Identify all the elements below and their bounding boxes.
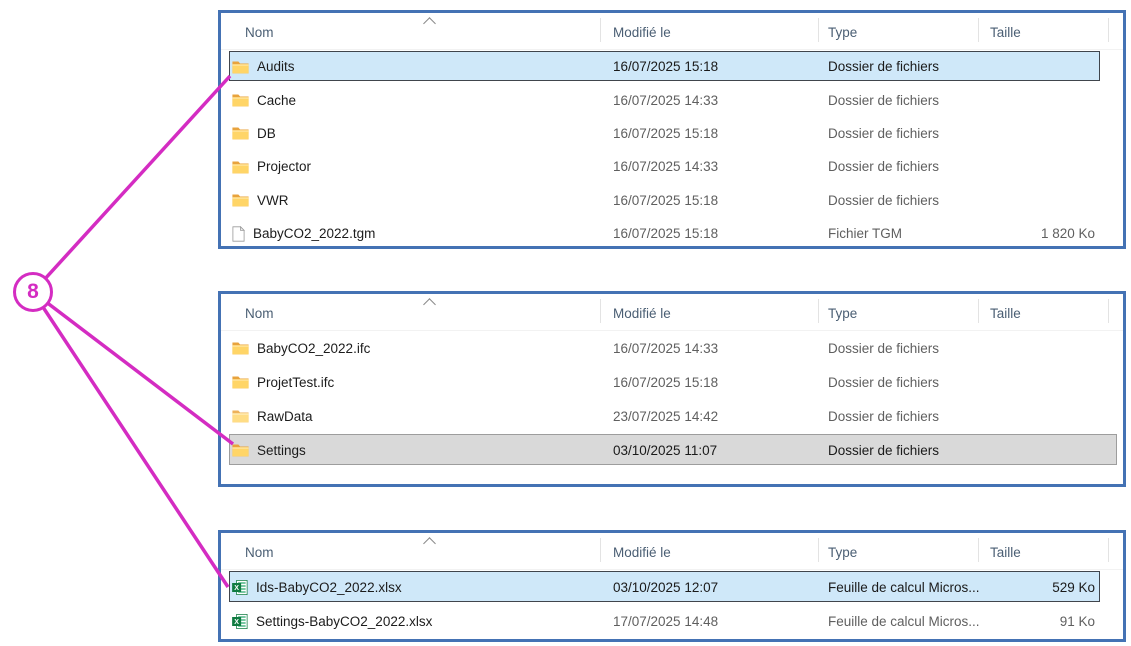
file-name: Cache bbox=[257, 93, 296, 108]
file-name: BabyCO2_2022.ifc bbox=[257, 341, 370, 356]
file-type: Dossier de fichiers bbox=[828, 331, 939, 365]
file-explorer-panel-top: Nom Modifié le Type Taille Audits 16/07/… bbox=[218, 10, 1126, 249]
file-row-cache[interactable]: Cache 16/07/2025 14:33 Dossier de fichie… bbox=[221, 83, 1123, 116]
file-row-ids-xlsx[interactable]: X Ids-BabyCO2_2022.xlsx 03/10/2025 12:07… bbox=[221, 570, 1123, 604]
file-row-vwr[interactable]: VWR 16/07/2025 15:18 Dossier de fichiers bbox=[221, 184, 1123, 217]
file-modified: 16/07/2025 15:18 bbox=[613, 365, 718, 399]
file-row-settings-xlsx[interactable]: X Settings-BabyCO2_2022.xlsx 17/07/2025 … bbox=[221, 604, 1123, 638]
column-header-row: Nom Modifié le Type Taille bbox=[221, 294, 1123, 331]
file-size: 529 Ko bbox=[1052, 570, 1095, 604]
file-modified: 16/07/2025 15:18 bbox=[613, 184, 718, 217]
folder-icon bbox=[232, 60, 249, 74]
file-name: BabyCO2_2022.tgm bbox=[253, 226, 375, 241]
file-name: Settings-BabyCO2_2022.xlsx bbox=[256, 614, 432, 629]
file-modified: 16/07/2025 14:33 bbox=[613, 150, 718, 183]
file-size: 1 820 Ko bbox=[1041, 217, 1095, 250]
file-row-babyco2-tgm[interactable]: BabyCO2_2022.tgm 16/07/2025 15:18 Fichie… bbox=[221, 217, 1123, 250]
file-row-db[interactable]: DB 16/07/2025 15:18 Dossier de fichiers bbox=[221, 117, 1123, 150]
svg-text:X: X bbox=[234, 583, 239, 591]
excel-file-icon: X bbox=[232, 580, 248, 595]
file-modified: 17/07/2025 14:48 bbox=[613, 604, 718, 638]
file-name: ProjetTest.ifc bbox=[257, 375, 334, 390]
folder-icon bbox=[232, 93, 249, 107]
file-name: Ids-BabyCO2_2022.xlsx bbox=[256, 580, 402, 595]
file-name: Projector bbox=[257, 159, 311, 174]
file-row-audits[interactable]: Audits 16/07/2025 15:18 Dossier de fichi… bbox=[221, 50, 1123, 83]
excel-file-icon: X bbox=[232, 614, 248, 629]
file-type: Fichier TGM bbox=[828, 217, 902, 250]
file-name: RawData bbox=[257, 409, 313, 424]
file-type: Dossier de fichiers bbox=[828, 365, 939, 399]
column-header-size[interactable]: Taille bbox=[990, 13, 1021, 49]
file-modified: 16/07/2025 15:18 bbox=[613, 50, 718, 83]
column-header-modified[interactable]: Modifié le bbox=[613, 13, 671, 49]
file-explorer-panel-middle: Nom Modifié le Type Taille BabyCO2_2022.… bbox=[218, 291, 1126, 487]
file-type: Dossier de fichiers bbox=[828, 117, 939, 150]
annotation-step-badge: 8 bbox=[13, 272, 53, 312]
column-header-name[interactable]: Nom bbox=[245, 13, 274, 49]
file-modified: 16/07/2025 15:18 bbox=[613, 217, 718, 250]
file-modified: 16/07/2025 14:33 bbox=[613, 331, 718, 365]
file-modified: 03/10/2025 11:07 bbox=[613, 433, 717, 467]
file-row-rawdata[interactable]: RawData 23/07/2025 14:42 Dossier de fich… bbox=[221, 399, 1123, 433]
column-header-type[interactable]: Type bbox=[828, 533, 857, 569]
folder-icon bbox=[232, 375, 249, 389]
file-name: VWR bbox=[257, 193, 289, 208]
column-header-row: Nom Modifié le Type Taille bbox=[221, 533, 1123, 570]
file-row-babyco2-ifc[interactable]: BabyCO2_2022.ifc 16/07/2025 14:33 Dossie… bbox=[221, 331, 1123, 365]
file-modified: 03/10/2025 12:07 bbox=[613, 570, 718, 604]
file-type: Dossier de fichiers bbox=[828, 184, 939, 217]
file-row-projector[interactable]: Projector 16/07/2025 14:33 Dossier de fi… bbox=[221, 150, 1123, 183]
file-type: Dossier de fichiers bbox=[828, 433, 939, 467]
file-name: DB bbox=[257, 126, 276, 141]
column-header-modified[interactable]: Modifié le bbox=[613, 533, 671, 569]
column-header-type[interactable]: Type bbox=[828, 294, 857, 330]
column-header-type[interactable]: Type bbox=[828, 13, 857, 49]
file-name: Settings bbox=[257, 443, 306, 458]
file-type: Dossier de fichiers bbox=[828, 150, 939, 183]
sort-ascending-chevron-icon bbox=[423, 537, 436, 550]
svg-text:X: X bbox=[234, 617, 239, 625]
file-type: Dossier de fichiers bbox=[828, 83, 939, 116]
file-modified: 23/07/2025 14:42 bbox=[613, 399, 718, 433]
file-type: Feuille de calcul Micros... bbox=[828, 570, 980, 604]
folder-icon bbox=[232, 443, 249, 457]
file-type: Dossier de fichiers bbox=[828, 399, 939, 433]
column-header-row: Nom Modifié le Type Taille bbox=[221, 13, 1123, 50]
column-header-size[interactable]: Taille bbox=[990, 294, 1021, 330]
column-header-name[interactable]: Nom bbox=[245, 294, 274, 330]
file-modified: 16/07/2025 14:33 bbox=[613, 83, 718, 116]
folder-icon bbox=[232, 409, 249, 423]
file-row-settings[interactable]: Settings 03/10/2025 11:07 Dossier de fic… bbox=[221, 433, 1123, 467]
sort-ascending-chevron-icon bbox=[423, 298, 436, 311]
file-size: 91 Ko bbox=[1060, 604, 1095, 638]
file-type: Feuille de calcul Micros... bbox=[828, 604, 980, 638]
folder-icon bbox=[232, 126, 249, 140]
file-name: Audits bbox=[257, 59, 295, 74]
column-header-modified[interactable]: Modifié le bbox=[613, 294, 671, 330]
column-header-size[interactable]: Taille bbox=[990, 533, 1021, 569]
sort-ascending-chevron-icon bbox=[423, 17, 436, 30]
folder-icon bbox=[232, 160, 249, 174]
file-row-projettest-ifc[interactable]: ProjetTest.ifc 16/07/2025 15:18 Dossier … bbox=[221, 365, 1123, 399]
file-type: Dossier de fichiers bbox=[828, 50, 939, 83]
file-modified: 16/07/2025 15:18 bbox=[613, 117, 718, 150]
screenshot-canvas: { "annotation": { "label": "8", "color":… bbox=[0, 0, 1131, 646]
file-explorer-panel-bottom: Nom Modifié le Type Taille X Ids-BabyCO2… bbox=[218, 530, 1126, 642]
folder-icon bbox=[232, 193, 249, 207]
file-icon bbox=[232, 226, 245, 242]
column-header-name[interactable]: Nom bbox=[245, 533, 274, 569]
folder-icon bbox=[232, 341, 249, 355]
